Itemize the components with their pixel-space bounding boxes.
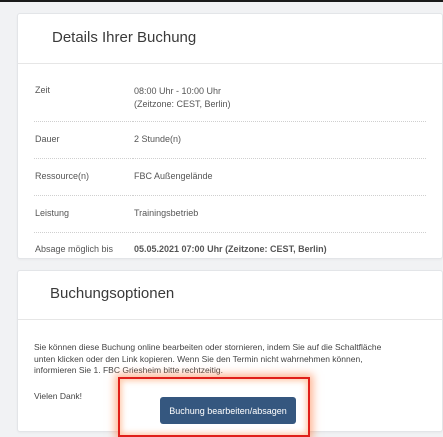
detail-label: Absage möglich bis bbox=[35, 244, 114, 254]
detail-row-ressource: Ressource(n) FBC Außengelände bbox=[34, 158, 426, 196]
edit-cancel-booking-button[interactable]: Buchung bearbeiten/absagen bbox=[160, 397, 296, 424]
booking-details-title: Details Ihrer Buchung bbox=[52, 29, 197, 46]
timezone: (Zeitzone: CEST, Berlin) bbox=[134, 99, 231, 109]
detail-label: Leistung bbox=[34, 195, 133, 233]
divider bbox=[18, 63, 442, 64]
booking-options-title: Buchungsoptionen bbox=[50, 285, 175, 302]
detail-label: Dauer bbox=[34, 121, 133, 159]
detail-label: Ressource(n) bbox=[34, 158, 133, 196]
detail-row-absage: Absage möglich bis 05.05.2021 07:00 Uhr … bbox=[34, 233, 426, 269]
detail-row-zeit: Zeit 08:00 Uhr - 10:00 Uhr (Zeitzone: CE… bbox=[34, 74, 426, 122]
detail-row-dauer: Dauer 2 Stunde(n) bbox=[34, 121, 426, 159]
booking-details-table: Zeit 08:00 Uhr - 10:00 Uhr (Zeitzone: CE… bbox=[34, 74, 426, 268]
description-line: unten klicken oder den Link kopieren. We… bbox=[34, 353, 363, 364]
detail-value: 05.05.2021 07:00 Uhr (Zeitzone: CEST, Be… bbox=[134, 244, 327, 254]
detail-row-leistung: Leistung Trainingsbetrieb bbox=[34, 195, 426, 233]
divider bbox=[18, 319, 442, 320]
top-border bbox=[0, 0, 443, 2]
description-line: Sie können diese Buchung online bearbeit… bbox=[34, 342, 382, 352]
detail-value: Trainingsbetrieb bbox=[133, 195, 426, 233]
booking-details-card: Details Ihrer Buchung Zeit 08:00 Uhr - 1… bbox=[17, 13, 443, 259]
detail-value: 2 Stunde(n) bbox=[133, 121, 426, 159]
options-description: Sie können diese Buchung online bearbeit… bbox=[34, 342, 420, 377]
time-range: 08:00 Uhr - 10:00 Uhr bbox=[134, 86, 222, 96]
detail-value: 08:00 Uhr - 10:00 Uhr (Zeitzone: CEST, B… bbox=[133, 74, 426, 122]
description-line: informieren Sie 1. FBC Griesheim bitte r… bbox=[34, 365, 223, 375]
detail-value: FBC Außengelände bbox=[133, 158, 426, 196]
detail-label: Zeit bbox=[34, 74, 133, 122]
